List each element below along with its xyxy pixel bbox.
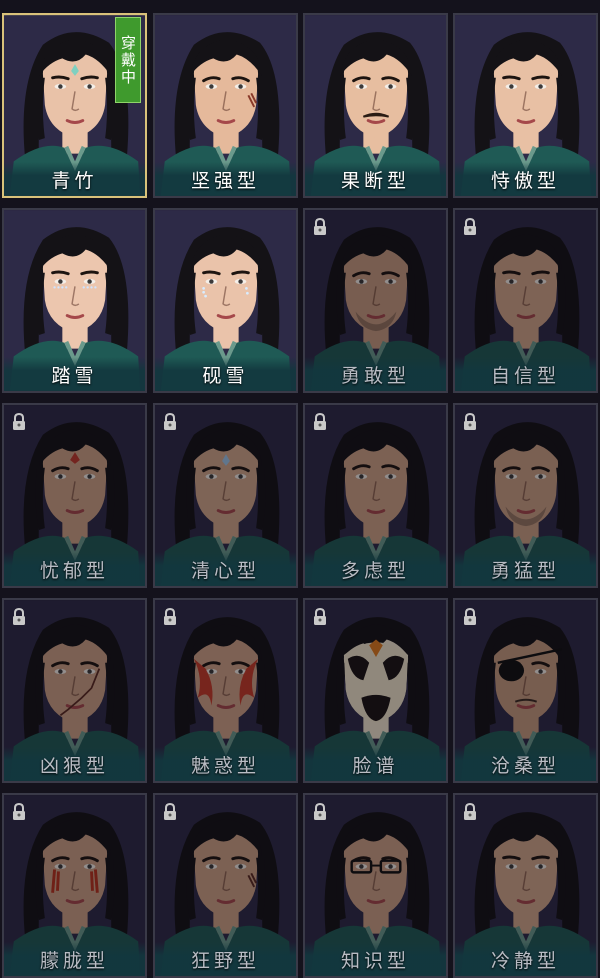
lock-icon bbox=[464, 608, 476, 625]
face-preset-card-zixin[interactable]: 自信型 bbox=[453, 208, 598, 393]
face-preset-card-youyu[interactable]: 忧郁型 bbox=[2, 403, 147, 588]
lock-icon bbox=[464, 413, 476, 430]
lock-icon bbox=[13, 803, 25, 820]
face-preset-label: 勇敢型 bbox=[305, 357, 446, 391]
lock-icon bbox=[314, 218, 326, 235]
face-preset-label: 狂野型 bbox=[155, 942, 296, 976]
face-preset-grid: 穿戴中青竹 坚强型 果断型 恃傲型踏雪 砚雪 勇敢型 自信型忧郁型 清心型 多虑型 勇猛型凶狠型魅… bbox=[0, 0, 600, 978]
face-preset-label: 冷静型 bbox=[455, 942, 596, 976]
lock-icon bbox=[314, 413, 326, 430]
face-preset-card-lengjing[interactable]: 冷静型 bbox=[453, 793, 598, 978]
lock-icon bbox=[164, 803, 176, 820]
face-preset-card-qingxin[interactable]: 清心型 bbox=[153, 403, 298, 588]
face-preset-label: 自信型 bbox=[455, 357, 596, 391]
face-preset-label: 魅惑型 bbox=[155, 747, 296, 781]
face-preset-label: 知识型 bbox=[305, 942, 446, 976]
lock-icon bbox=[164, 413, 176, 430]
lock-icon bbox=[464, 803, 476, 820]
face-preset-label: 脸谱 bbox=[305, 747, 446, 781]
face-preset-label: 沧桑型 bbox=[455, 747, 596, 781]
face-preset-card-lianpu[interactable]: 脸谱 bbox=[303, 598, 448, 783]
face-preset-label: 清心型 bbox=[155, 552, 296, 586]
face-preset-card-cangsang[interactable]: 沧桑型 bbox=[453, 598, 598, 783]
face-preset-card-yonggan[interactable]: 勇敢型 bbox=[303, 208, 448, 393]
lock-icon bbox=[164, 608, 176, 625]
face-preset-label: 果断型 bbox=[305, 162, 446, 196]
face-preset-card-meihuo[interactable]: 魅惑型 bbox=[153, 598, 298, 783]
face-preset-card-kuangye[interactable]: 狂野型 bbox=[153, 793, 298, 978]
face-preset-card-shiao[interactable]: 恃傲型 bbox=[453, 13, 598, 198]
lock-icon bbox=[464, 218, 476, 235]
face-preset-label: 多虑型 bbox=[305, 552, 446, 586]
face-preset-card-menglong[interactable]: 朦胧型 bbox=[2, 793, 147, 978]
face-preset-label: 恃傲型 bbox=[455, 162, 596, 196]
face-preset-card-yanxue[interactable]: 砚雪 bbox=[153, 208, 298, 393]
face-preset-label: 朦胧型 bbox=[4, 942, 145, 976]
face-preset-card-zhishi[interactable]: 知识型 bbox=[303, 793, 448, 978]
lock-icon bbox=[314, 803, 326, 820]
lock-icon bbox=[13, 413, 25, 430]
face-preset-label: 凶狠型 bbox=[4, 747, 145, 781]
face-preset-card-guoduan[interactable]: 果断型 bbox=[303, 13, 448, 198]
face-preset-card-xionghen[interactable]: 凶狠型 bbox=[2, 598, 147, 783]
face-preset-label: 踏雪 bbox=[4, 357, 145, 391]
face-preset-label: 坚强型 bbox=[155, 162, 296, 196]
face-preset-card-yongmeng[interactable]: 勇猛型 bbox=[453, 403, 598, 588]
face-preset-card-duolv[interactable]: 多虑型 bbox=[303, 403, 448, 588]
lock-icon bbox=[314, 608, 326, 625]
face-preset-label: 忧郁型 bbox=[4, 552, 145, 586]
equipped-badge: 穿戴中 bbox=[115, 17, 141, 103]
lock-icon bbox=[13, 608, 25, 625]
face-preset-card-taxue[interactable]: 踏雪 bbox=[2, 208, 147, 393]
face-preset-card-jianqiang[interactable]: 坚强型 bbox=[153, 13, 298, 198]
face-preset-label: 勇猛型 bbox=[455, 552, 596, 586]
face-preset-label: 砚雪 bbox=[155, 357, 296, 391]
face-preset-card-qingzhu[interactable]: 穿戴中青竹 bbox=[2, 13, 147, 198]
face-preset-label: 青竹 bbox=[4, 162, 145, 196]
